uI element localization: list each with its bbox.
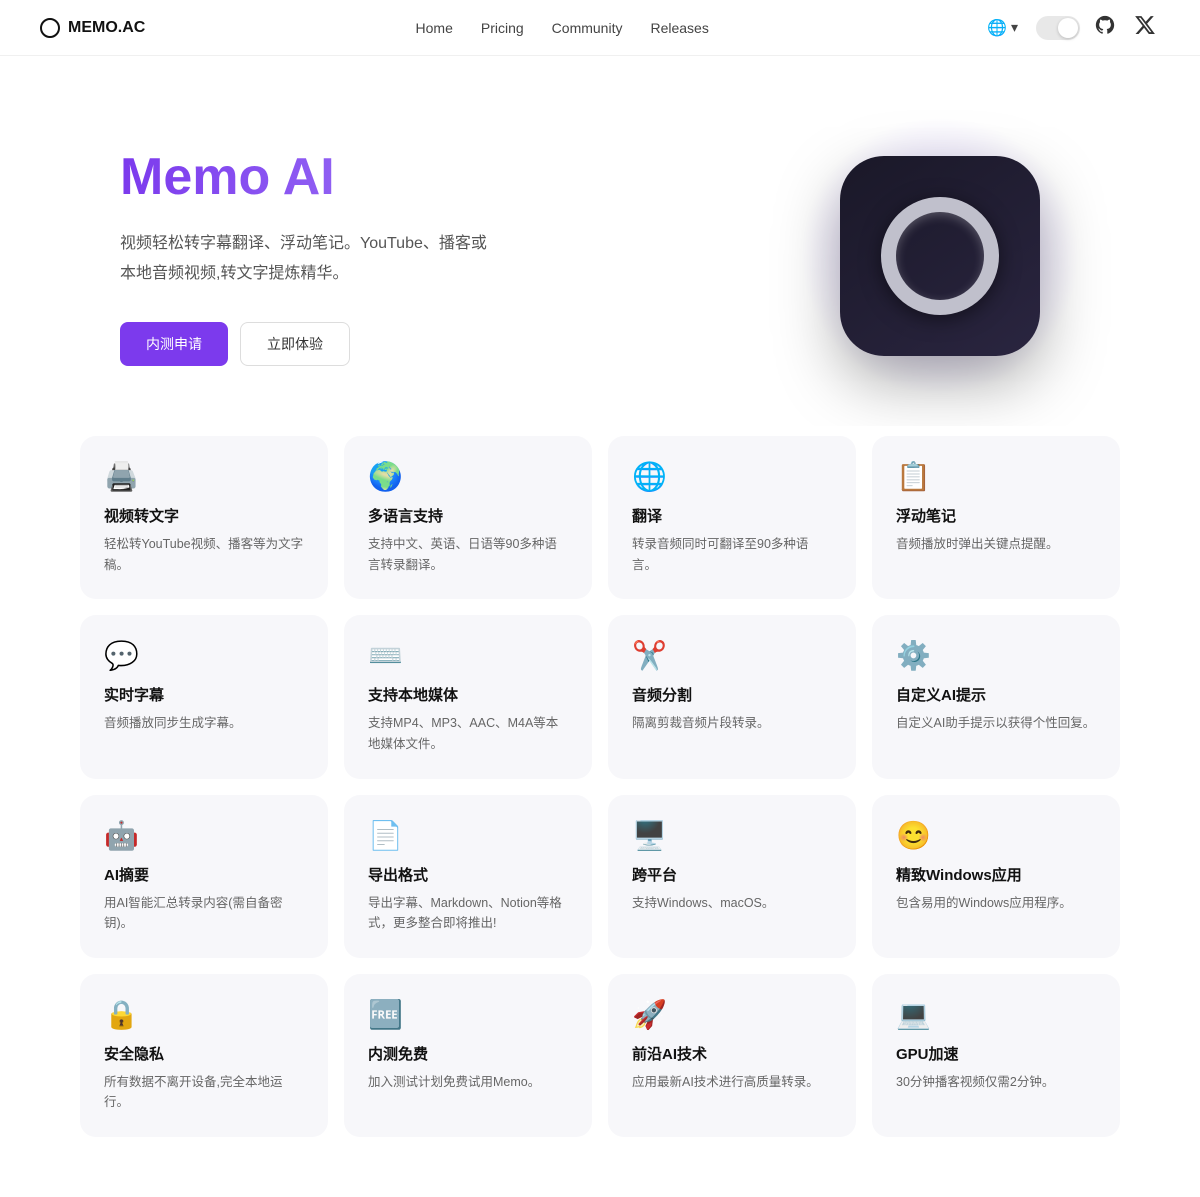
hero-desc: 视频轻松转字幕翻译、浮动笔记。YouTube、播客或 本地音频视频,转文字提炼精… xyxy=(120,229,600,290)
feature-card-local-media: ⌨️ 支持本地媒体支持MP4、MP3、AAC、M4A等本地媒体文件。 xyxy=(344,615,592,778)
feature-desc-audio-split: 隔离剪裁音频片段转录。 xyxy=(632,713,832,734)
feature-desc-video-to-text: 轻松转YouTube视频、播客等为文字稿。 xyxy=(104,534,304,575)
feature-card-audio-split: ✂️ 音频分割隔离剪裁音频片段转录。 xyxy=(608,615,856,778)
feature-card-translation: 🌐 翻译转录音频同时可翻译至90多种语言。 xyxy=(608,436,856,599)
try-now-button[interactable]: 立即体验 xyxy=(240,322,350,366)
feature-icon-multilang: 🌍 xyxy=(368,460,568,493)
feature-desc-windows-app: 包含易用的Windows应用程序。 xyxy=(896,893,1096,914)
feature-icon-gpu: 💻 xyxy=(896,998,1096,1031)
feature-desc-gpu: 30分钟播客视频仅需2分钟。 xyxy=(896,1072,1096,1093)
nav-community[interactable]: Community xyxy=(552,20,623,36)
feature-title-security: 安全隐私 xyxy=(104,1043,304,1064)
feature-icon-ai-summary: 🤖 xyxy=(104,819,304,852)
feature-desc-float-notes: 音频播放时弹出关键点提醒。 xyxy=(896,534,1096,555)
logo[interactable]: MEMO.AC xyxy=(40,18,145,38)
app-icon xyxy=(840,156,1040,356)
feature-icon-video-to-text: 🖨️ xyxy=(104,460,304,493)
hero-image xyxy=(800,116,1080,396)
logo-text: MEMO.AC xyxy=(68,19,145,37)
features-grid: 🖨️ 视频转文字轻松转YouTube视频、播客等为文字稿。 🌍 多语言支持支持中文、英… xyxy=(80,436,1120,1137)
feature-card-beta-free: 🆓 内测免费加入测试计划免费试用Memo。 xyxy=(344,974,592,1137)
features-section: 🖨️ 视频转文字轻松转YouTube视频、播客等为文字稿。 🌍 多语言支持支持中文、英… xyxy=(0,426,1200,1197)
feature-title-export-format: 导出格式 xyxy=(368,864,568,885)
nav-pricing[interactable]: Pricing xyxy=(481,20,524,36)
feature-title-local-media: 支持本地媒体 xyxy=(368,684,568,705)
logo-icon xyxy=(40,18,60,38)
feature-icon-security: 🔒 xyxy=(104,998,304,1031)
feature-card-export-format: 📄 导出格式导出字幕、Markdown、Notion等格式，更多整合即将推出! xyxy=(344,795,592,958)
feature-icon-ai-tech: 🚀 xyxy=(632,998,832,1031)
feature-card-custom-ai: ⚙️ 自定义AI提示自定义AI助手提示以获得个性回复。 xyxy=(872,615,1120,778)
feature-title-float-notes: 浮动笔记 xyxy=(896,505,1096,526)
feature-icon-custom-ai: ⚙️ xyxy=(896,639,1096,672)
feature-card-ai-tech: 🚀 前沿AI技术应用最新AI技术进行高质量转录。 xyxy=(608,974,856,1137)
feature-desc-beta-free: 加入测试计划免费试用Memo。 xyxy=(368,1072,568,1093)
hero-buttons: 内测申请 立即体验 xyxy=(120,322,600,366)
feature-desc-custom-ai: 自定义AI助手提示以获得个性回复。 xyxy=(896,713,1096,734)
feature-desc-multilang: 支持中文、英语、日语等90多种语言转录翻译。 xyxy=(368,534,568,575)
lang-chevron: ▾ xyxy=(1011,19,1018,36)
hero-text: Memo AI 视频轻松转字幕翻译、浮动笔记。YouTube、播客或 本地音频视… xyxy=(120,146,600,365)
nav-links: Home Pricing Community Releases xyxy=(416,20,709,36)
feature-icon-realtime-subtitle: 💬 xyxy=(104,639,304,672)
feature-card-cross-platform: 🖥️ 跨平台支持Windows、macOS。 xyxy=(608,795,856,958)
feature-title-ai-summary: AI摘要 xyxy=(104,864,304,885)
feature-card-float-notes: 📋 浮动笔记音频播放时弹出关键点提醒。 xyxy=(872,436,1120,599)
beta-apply-button[interactable]: 内测申请 xyxy=(120,322,228,366)
feature-title-cross-platform: 跨平台 xyxy=(632,864,832,885)
feature-desc-local-media: 支持MP4、MP3、AAC、M4A等本地媒体文件。 xyxy=(368,713,568,754)
app-icon-ring xyxy=(881,197,999,315)
github-icon xyxy=(1094,14,1116,36)
hero-section: Memo AI 视频轻松转字幕翻译、浮动笔记。YouTube、播客或 本地音频视… xyxy=(0,56,1200,426)
feature-card-video-to-text: 🖨️ 视频转文字轻松转YouTube视频、播客等为文字稿。 xyxy=(80,436,328,599)
theme-toggle[interactable] xyxy=(1036,16,1080,40)
nav-home[interactable]: Home xyxy=(416,20,453,36)
feature-desc-security: 所有数据不离开设备,完全本地运行。 xyxy=(104,1072,304,1113)
feature-title-beta-free: 内测免费 xyxy=(368,1043,568,1064)
feature-desc-realtime-subtitle: 音频播放同步生成字幕。 xyxy=(104,713,304,734)
navbar: MEMO.AC Home Pricing Community Releases … xyxy=(0,0,1200,56)
feature-desc-export-format: 导出字幕、Markdown、Notion等格式，更多整合即将推出! xyxy=(368,893,568,934)
feature-card-security: 🔒 安全隐私所有数据不离开设备,完全本地运行。 xyxy=(80,974,328,1137)
feature-icon-local-media: ⌨️ xyxy=(368,639,568,672)
feature-desc-cross-platform: 支持Windows、macOS。 xyxy=(632,893,832,914)
feature-title-video-to-text: 视频转文字 xyxy=(104,505,304,526)
feature-icon-cross-platform: 🖥️ xyxy=(632,819,832,852)
feature-card-realtime-subtitle: 💬 实时字幕音频播放同步生成字幕。 xyxy=(80,615,328,778)
feature-title-realtime-subtitle: 实时字幕 xyxy=(104,684,304,705)
feature-icon-translation: 🌐 xyxy=(632,460,832,493)
twitter-button[interactable] xyxy=(1130,12,1160,44)
hero-title: Memo AI xyxy=(120,146,600,208)
lang-icon: 🌐 xyxy=(987,18,1007,38)
feature-desc-translation: 转录音频同时可翻译至90多种语言。 xyxy=(632,534,832,575)
feature-icon-audio-split: ✂️ xyxy=(632,639,832,672)
twitter-icon xyxy=(1134,14,1156,36)
feature-desc-ai-summary: 用AI智能汇总转录内容(需自备密钥)。 xyxy=(104,893,304,934)
feature-icon-export-format: 📄 xyxy=(368,819,568,852)
feature-icon-windows-app: 😊 xyxy=(896,819,1096,852)
feature-title-ai-tech: 前沿AI技术 xyxy=(632,1043,832,1064)
feature-title-custom-ai: 自定义AI提示 xyxy=(896,684,1096,705)
feature-desc-ai-tech: 应用最新AI技术进行高质量转录。 xyxy=(632,1072,832,1093)
feature-title-multilang: 多语言支持 xyxy=(368,505,568,526)
theme-toggle-knob xyxy=(1058,18,1078,38)
nav-right: 🌐 ▾ xyxy=(979,12,1160,44)
feature-title-translation: 翻译 xyxy=(632,505,832,526)
feature-icon-beta-free: 🆓 xyxy=(368,998,568,1031)
github-button[interactable] xyxy=(1090,12,1120,44)
feature-title-audio-split: 音频分割 xyxy=(632,684,832,705)
feature-card-windows-app: 😊 精致Windows应用包含易用的Windows应用程序。 xyxy=(872,795,1120,958)
nav-releases[interactable]: Releases xyxy=(650,20,708,36)
feature-card-gpu: 💻 GPU加速 30分钟播客视频仅需2分钟。 xyxy=(872,974,1120,1137)
feature-card-ai-summary: 🤖 AI摘要用AI智能汇总转录内容(需自备密钥)。 xyxy=(80,795,328,958)
feature-icon-float-notes: 📋 xyxy=(896,460,1096,493)
feature-title-gpu: GPU加速 xyxy=(896,1043,1096,1064)
feature-title-windows-app: 精致Windows应用 xyxy=(896,864,1096,885)
lang-button[interactable]: 🌐 ▾ xyxy=(979,14,1026,42)
feature-card-multilang: 🌍 多语言支持支持中文、英语、日语等90多种语言转录翻译。 xyxy=(344,436,592,599)
